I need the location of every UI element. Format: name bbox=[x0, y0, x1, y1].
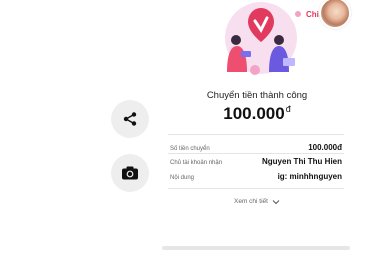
transfer-status: Chuyển tiền thành công bbox=[206, 90, 308, 101]
divider bbox=[168, 188, 344, 189]
detail-label: Số tiền chuyển bbox=[170, 146, 210, 152]
share-button[interactable] bbox=[111, 100, 149, 138]
divider bbox=[168, 153, 344, 154]
detail-row-recipient: Chủ tài khoản nhận Nguyen Thi Thu Hien bbox=[170, 157, 342, 166]
transfer-receipt: Chuyển tiền thành công 100.000đ Số tiền … bbox=[162, 0, 352, 257]
detail-label: Chủ tài khoản nhận bbox=[170, 160, 223, 166]
detail-row-content: Nội dung ig: minhhnguyen bbox=[170, 172, 342, 181]
camera-icon bbox=[122, 166, 138, 180]
bottom-bar bbox=[162, 246, 350, 250]
transfer-amount: 100.000đ bbox=[162, 104, 352, 124]
share-icon bbox=[123, 112, 137, 126]
view-details-button[interactable]: Xem chi tiết bbox=[162, 198, 352, 205]
detail-value: ig: minhhnguyen bbox=[277, 172, 342, 181]
view-details-label: Xem chi tiết bbox=[234, 198, 268, 205]
detail-value: Nguyen Thi Thu Hien bbox=[262, 157, 342, 166]
success-illustration bbox=[225, 2, 301, 75]
camera-button[interactable] bbox=[111, 154, 149, 192]
amount-currency: đ bbox=[285, 104, 291, 115]
detail-row-amount: Số tiền chuyển 100.000đ bbox=[170, 143, 342, 152]
amount-value: 100.000 bbox=[223, 104, 285, 123]
detail-label: Nội dung bbox=[170, 175, 195, 181]
detail-value: 100.000đ bbox=[308, 143, 342, 152]
divider bbox=[168, 134, 344, 135]
chevron-down-icon bbox=[272, 199, 280, 204]
